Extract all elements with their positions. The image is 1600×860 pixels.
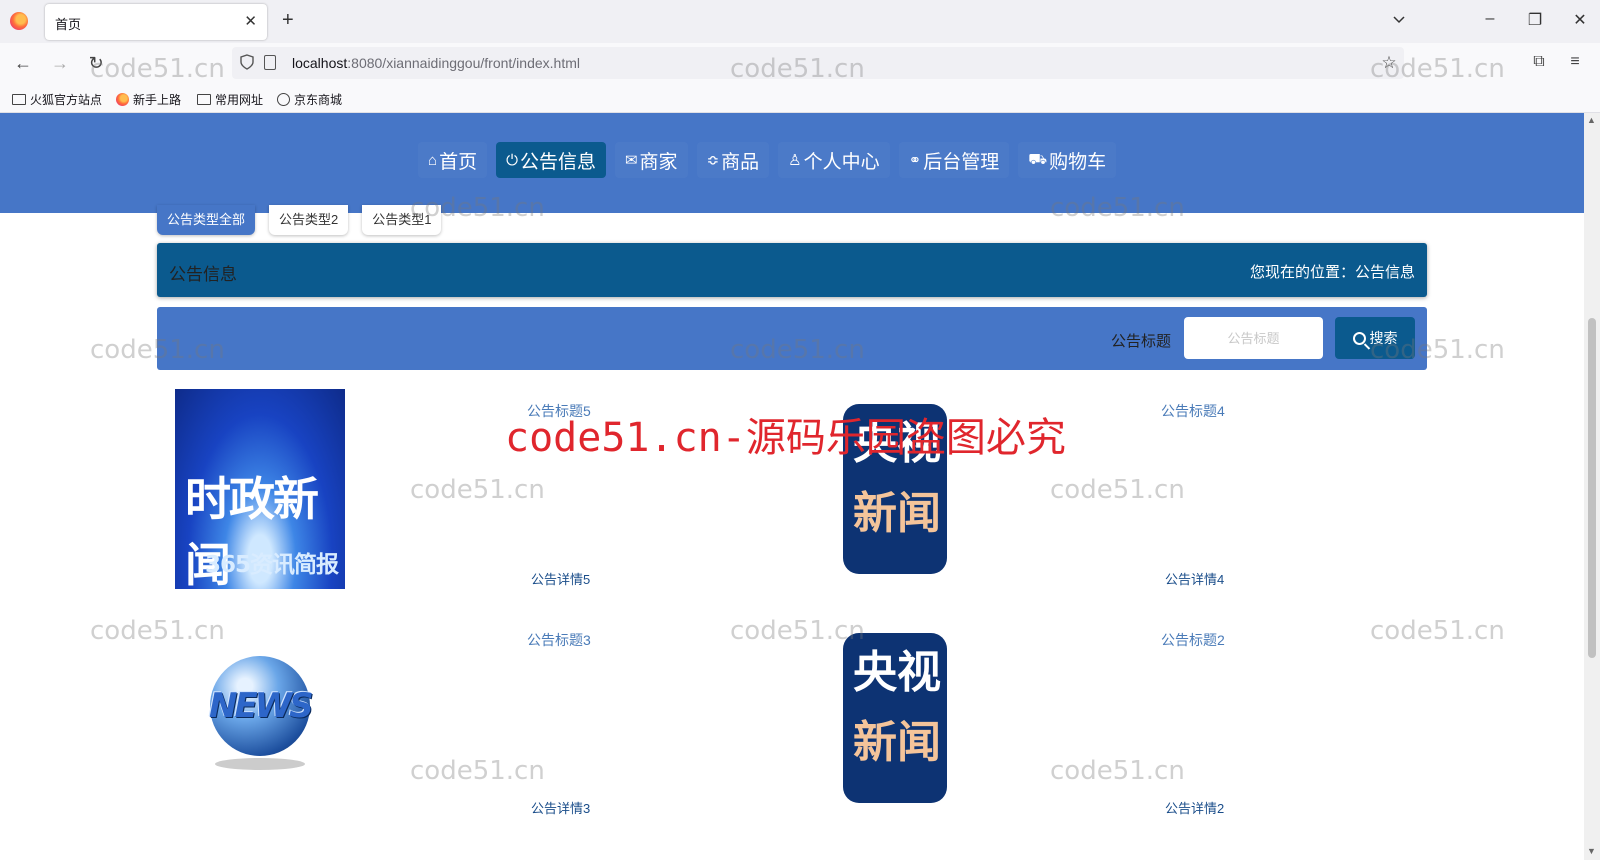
new-tab-icon[interactable]: + [282, 10, 294, 30]
notice-card[interactable]: NEWS 公告标题3 公告详情3 [155, 618, 789, 828]
restore-icon[interactable]: ❐ [1525, 10, 1545, 30]
menu-item-goods[interactable]: ≎ 商品 [697, 142, 770, 178]
type-tab-2[interactable]: 公告类型2 [269, 205, 349, 235]
user-icon: ♙ [788, 152, 802, 169]
notice-detail[interactable]: 公告详情4 [1165, 569, 1224, 588]
menu-item-profile[interactable]: ♙ 个人中心 [778, 142, 889, 178]
browser-tabbar: 首页 ✕ + – ❐ ✕ [0, 0, 1600, 43]
url-text[interactable]: localhost:8080/xiannaidinggou/front/inde… [292, 55, 580, 71]
folder-icon [197, 94, 211, 105]
page-icon [264, 55, 276, 70]
notice-title[interactable]: 公告标题3 [527, 630, 591, 650]
menu-icon[interactable]: ≡ [1564, 53, 1586, 71]
reload-icon[interactable]: ↻ [85, 53, 107, 74]
page-viewport: ⌂ 首页 ⏻ 公告信息 ✉ 商家 ≎ 商品 ♙ 个人中心 ⚭ 后台管理 ⛟ 购物车 公告类型全… [0, 113, 1584, 860]
menu-item-cart[interactable]: ⛟ 购物车 [1018, 142, 1116, 178]
bookmark-star-icon[interactable]: ☆ [1378, 53, 1400, 73]
notice-image[interactable]: 央视 新闻 [809, 389, 979, 589]
notice-image[interactable]: 央视 新闻 [809, 618, 979, 818]
folder-icon [12, 94, 26, 105]
notice-image[interactable]: 时政新闻 365资讯简报 [175, 389, 345, 592]
notice-card[interactable]: 央视 新闻 公告标题2 公告详情2 [789, 618, 1423, 828]
link-icon: ⚭ [908, 152, 922, 169]
type-tab-1[interactable]: 公告类型1 [362, 205, 442, 235]
scroll-down-icon[interactable]: ▼ [1587, 846, 1596, 856]
search-button[interactable]: 搜索 [1335, 317, 1415, 359]
chevron-down-icon[interactable] [1393, 13, 1405, 25]
menu-item-notice[interactable]: ⏻ 公告信息 [496, 142, 606, 178]
search-bar: 公告标题 搜索 [157, 307, 1427, 370]
browser-tab[interactable]: 首页 ✕ [45, 4, 267, 40]
notice-title[interactable]: 公告标题4 [1161, 401, 1225, 421]
menu-item-merchant[interactable]: ✉ 商家 [615, 142, 688, 178]
scroll-thumb[interactable] [1588, 318, 1596, 658]
cart-icon: ⛟ [1028, 150, 1048, 168]
search-icon [1352, 331, 1366, 345]
tab-title: 首页 [55, 17, 82, 32]
bookmark-item[interactable]: 火狐官方站点 [12, 91, 102, 108]
search-input[interactable] [1184, 317, 1323, 359]
notice-title[interactable]: 公告标题2 [1161, 630, 1225, 650]
mail-icon: ✉ [624, 152, 638, 169]
bookmark-item[interactable]: 新手上路 [116, 91, 181, 108]
breadcrumb: 您现在的位置：公告信息 [1249, 264, 1415, 281]
notice-detail[interactable]: 公告详情2 [1165, 798, 1224, 817]
notice-title[interactable]: 公告标题5 [527, 401, 591, 421]
search-label: 公告标题 [1111, 333, 1172, 350]
section-title: 公告信息 [169, 265, 237, 284]
page-scrollbar[interactable]: ▲ ▼ [1584, 113, 1600, 860]
firefox-icon [10, 12, 28, 30]
menu-item-home[interactable]: ⌂ 首页 [418, 142, 487, 178]
sliders-icon: ≎ [706, 152, 720, 169]
url-bar[interactable]: localhost:8080/xiannaidinggou/front/inde… [232, 47, 1404, 79]
shield-icon [240, 54, 254, 70]
notice-detail[interactable]: 公告详情3 [531, 798, 590, 817]
notice-type-tabs: 公告类型全部 公告类型2 公告类型1 [157, 205, 442, 235]
bookmark-item[interactable]: 常用网址 [197, 91, 263, 108]
extensions-icon[interactable]: ⧉ [1528, 53, 1550, 71]
notice-image[interactable]: NEWS [175, 618, 345, 818]
back-icon[interactable]: ← [12, 53, 34, 74]
main-menu: ⌂ 首页 ⏻ 公告信息 ✉ 商家 ≎ 商品 ♙ 个人中心 ⚭ 后台管理 ⛟ 购物车 [418, 142, 1116, 178]
site-header: ⌂ 首页 ⏻ 公告信息 ✉ 商家 ≎ 商品 ♙ 个人中心 ⚭ 后台管理 ⛟ 购物车 [0, 113, 1584, 213]
close-tab-icon[interactable]: ✕ [244, 12, 257, 30]
bookmarks-toolbar: 火狐官方站点 新手上路 常用网址 京东商城 [0, 85, 1600, 113]
browser-navbar: ← → ↻ localhost:8080/xiannaidinggou/fron… [0, 43, 1600, 85]
scroll-up-icon[interactable]: ▲ [1587, 115, 1596, 125]
window-close-icon[interactable]: ✕ [1570, 10, 1590, 30]
forward-icon[interactable]: → [49, 53, 71, 74]
type-tab-all[interactable]: 公告类型全部 [157, 205, 256, 235]
notice-detail[interactable]: 公告详情5 [531, 569, 590, 588]
home-icon: ⌂ [428, 151, 438, 169]
minimize-icon[interactable]: – [1480, 10, 1500, 28]
notice-card[interactable]: 央视 新闻 公告标题4 公告详情4 [789, 389, 1423, 599]
notice-card[interactable]: 时政新闻 365资讯简报 公告标题5 公告详情5 [155, 389, 789, 599]
globe-icon [277, 93, 290, 106]
bookmark-item[interactable]: 京东商城 [277, 91, 342, 108]
firefox-icon [116, 93, 129, 106]
power-icon: ⏻ [506, 151, 518, 169]
section-title-bar: 公告信息 您现在的位置：公告信息 [157, 243, 1427, 297]
menu-item-admin[interactable]: ⚭ 后台管理 [899, 142, 1010, 178]
